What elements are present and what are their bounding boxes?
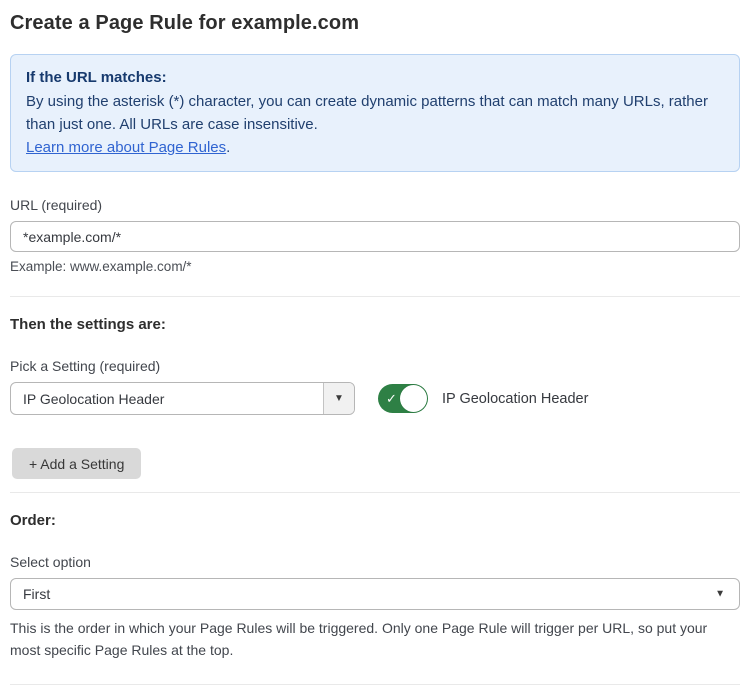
url-matches-info-box: If the URL matches: By using the asteris… <box>10 54 740 172</box>
url-example-helper: Example: www.example.com/* <box>10 259 740 274</box>
learn-more-page-rules-link[interactable]: Learn more about Page Rules <box>26 139 226 156</box>
page-title: Create a Page Rule for example.com <box>10 12 740 35</box>
order-select-value: First <box>23 586 50 602</box>
toggle-label: IP Geolocation Header <box>442 391 588 407</box>
pick-setting-label: Pick a Setting (required) <box>10 358 740 374</box>
link-suffix: . <box>226 139 230 156</box>
info-box-heading: If the URL matches: <box>26 66 724 89</box>
setting-row: IP Geolocation Header ▼ ✓ IP Geolocation… <box>10 382 740 415</box>
toggle-knob <box>400 385 427 412</box>
url-input[interactable] <box>10 221 740 252</box>
info-box-body-text: By using the asterisk (*) character, you… <box>26 93 708 133</box>
chevron-down-icon: ▼ <box>715 589 725 600</box>
select-option-label: Select option <box>10 554 740 570</box>
ip-geolocation-toggle[interactable]: ✓ <box>378 384 428 413</box>
setting-select[interactable]: IP Geolocation Header ▼ <box>10 382 355 415</box>
add-setting-button[interactable]: + Add a Setting <box>12 448 141 479</box>
check-icon: ✓ <box>386 392 397 405</box>
setting-select-button[interactable]: ▼ <box>323 383 354 414</box>
ip-geolocation-toggle-group: ✓ IP Geolocation Header <box>378 384 588 413</box>
settings-section-heading: Then the settings are: <box>10 316 740 333</box>
chevron-down-icon: ▼ <box>334 393 344 404</box>
divider <box>10 684 740 685</box>
order-section-heading: Order: <box>10 512 740 529</box>
info-box-body: By using the asterisk (*) character, you… <box>26 90 716 136</box>
create-page-rule-form: Create a Page Rule for example.com If th… <box>0 0 750 687</box>
order-helper-text: This is the order in which your Page Rul… <box>10 617 730 661</box>
info-box-link-line: Learn more about Page Rules. <box>26 136 724 159</box>
order-select[interactable]: First ▼ <box>10 578 740 610</box>
divider <box>10 492 740 493</box>
url-field-label: URL (required) <box>10 197 740 213</box>
setting-select-value: IP Geolocation Header <box>11 383 323 414</box>
divider <box>10 296 740 297</box>
